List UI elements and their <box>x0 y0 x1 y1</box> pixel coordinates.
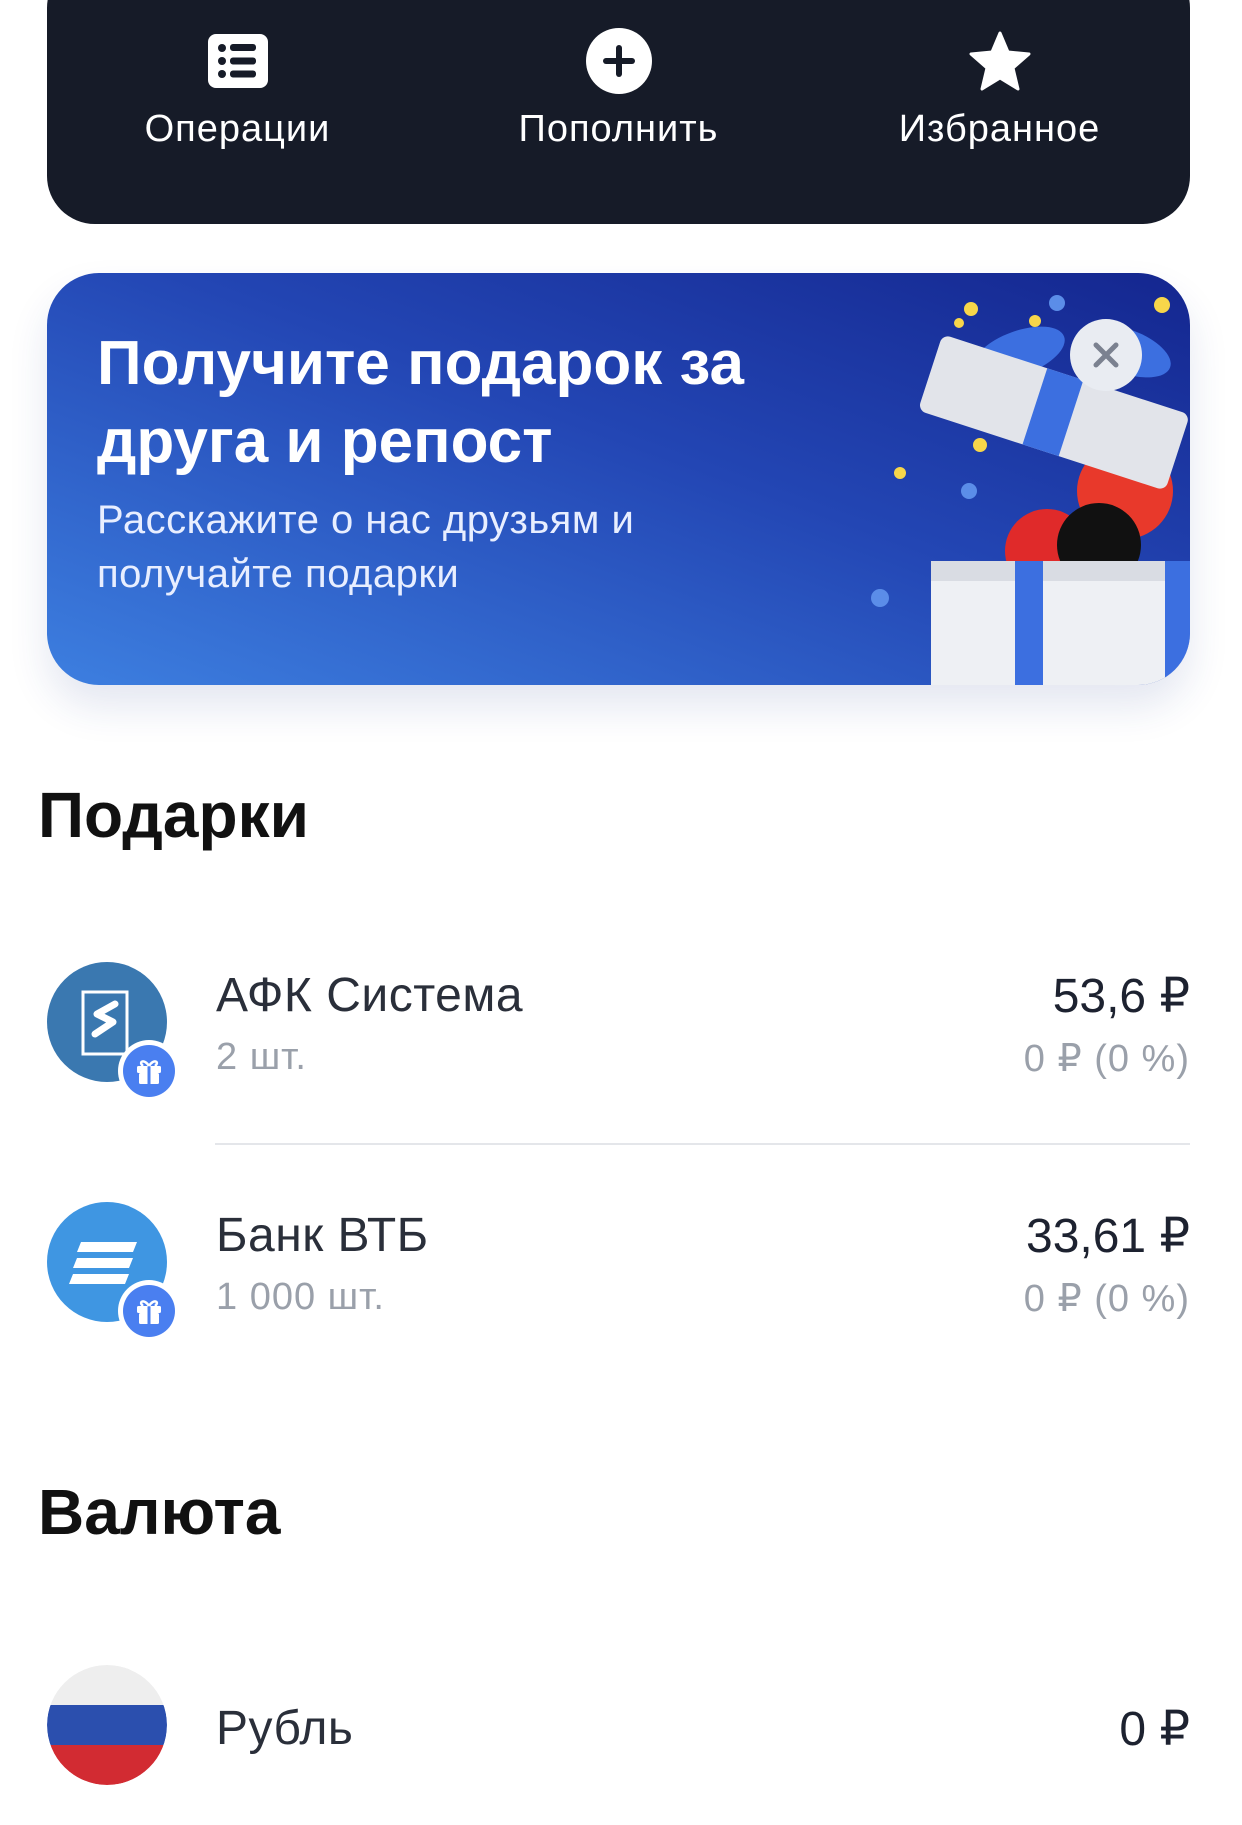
gift-badge <box>118 1040 180 1102</box>
list-item[interactable]: Рубль 0 ₽ <box>0 1665 1242 1825</box>
gift-icon <box>123 1285 175 1337</box>
close-icon <box>1093 342 1119 368</box>
list-item[interactable]: Банк ВТБ 1 000 шт. 33,61 ₽ 0 ₽ (0 %) <box>0 1202 1242 1362</box>
promo-title: Получите подарок за друга и репост <box>97 329 744 476</box>
asset-name: АФК Система <box>216 969 524 1022</box>
list-icon <box>203 26 273 96</box>
referral-promo-banner[interactable]: Получите подарок за друга и репост Расск… <box>47 273 1190 685</box>
top-action-bar: Операции Пополнить Избранное <box>47 0 1190 224</box>
asset-name: Банк ВТБ <box>216 1209 429 1262</box>
currency-section-title: Валюта <box>38 1476 281 1548</box>
star-icon <box>965 26 1035 96</box>
asset-value: 53,6 ₽ <box>1052 970 1190 1023</box>
gift-badge <box>118 1280 180 1342</box>
top-up-label: Пополнить <box>518 108 719 150</box>
russia-flag-icon <box>47 1665 167 1785</box>
currency-name: Рубль <box>216 1702 354 1755</box>
asset-change: 0 ₽ (0 %) <box>1023 1038 1190 1080</box>
list-item[interactable]: АФК Система 2 шт. 53,6 ₽ 0 ₽ (0 %) <box>0 962 1242 1122</box>
currency-value: 0 ₽ <box>1119 1703 1190 1756</box>
asset-quantity: 2 шт. <box>216 1036 307 1078</box>
operations-button[interactable]: Операции <box>47 0 428 224</box>
asset-value: 33,61 ₽ <box>1026 1210 1190 1263</box>
favorites-button[interactable]: Избранное <box>809 0 1190 224</box>
top-up-button[interactable]: Пополнить <box>428 0 809 224</box>
gift-icon <box>123 1045 175 1097</box>
operations-label: Операции <box>144 108 331 150</box>
plus-circle-icon <box>584 26 654 96</box>
close-promo-button[interactable] <box>1070 319 1142 391</box>
promo-subtitle: Расскажите о нас друзьям и получайте под… <box>97 498 635 596</box>
gifts-section-title: Подарки <box>38 779 309 851</box>
asset-quantity: 1 000 шт. <box>216 1276 385 1318</box>
favorites-label: Избранное <box>898 108 1101 150</box>
asset-change: 0 ₽ (0 %) <box>1023 1278 1190 1320</box>
divider <box>215 1143 1190 1145</box>
